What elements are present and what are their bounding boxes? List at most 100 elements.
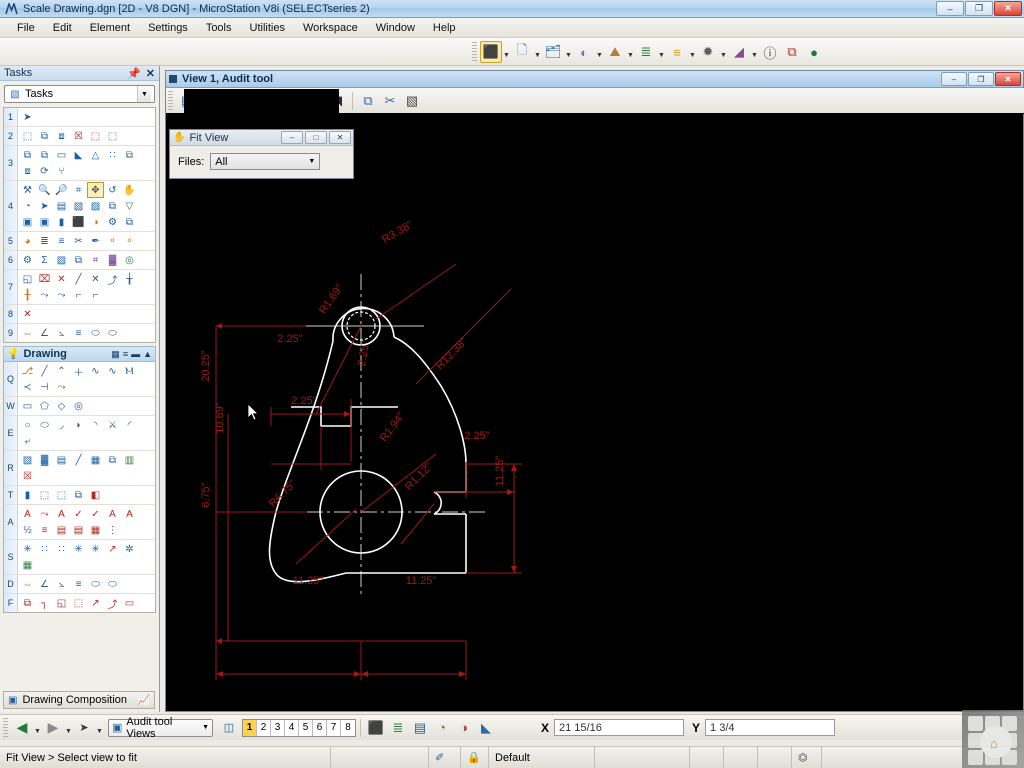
color-picker-icon[interactable]: ◑ — [453, 717, 475, 739]
element-selection-icon[interactable]: ➤ — [36, 198, 53, 214]
home-icon[interactable]: ⌂ — [990, 736, 998, 751]
pan-view-icon[interactable]: ✋ — [121, 182, 138, 198]
fit-view-icon[interactable]: ✥ — [87, 182, 104, 198]
view-3d-icon[interactable]: ⬛ — [365, 717, 387, 739]
point-between-icon[interactable]: ✳ — [87, 541, 104, 557]
fill-in-single-icon[interactable]: ▦ — [87, 522, 104, 538]
replace-cell-icon[interactable]: ⧉ — [70, 487, 87, 503]
change-symbology-icon[interactable]: ≡ — [53, 233, 70, 249]
place-cell-icon[interactable]: ▮ — [19, 487, 36, 503]
copy-enter-data-icon[interactable]: ▤ — [53, 522, 70, 538]
view-number-1[interactable]: 1 — [243, 719, 257, 736]
modify-fence-icon[interactable]: ⧉ — [36, 128, 53, 144]
arc-extend-icon[interactable]: ⌐ — [87, 287, 104, 303]
view-number-5[interactable]: 5 — [299, 719, 313, 736]
intersection-icon[interactable]: ✕ — [87, 271, 104, 287]
place-chain-icon[interactable]: ≺ — [19, 379, 36, 395]
dimension-radius-icon[interactable]: ⬭ — [104, 576, 121, 592]
fit-view-minimize-button[interactable]: – — [281, 131, 303, 144]
arc-trim-icon[interactable]: ⌐ — [70, 287, 87, 303]
analyze-dropdown-icon[interactable]: ▼ — [750, 41, 759, 63]
chevron-down-icon[interactable]: ▼ — [308, 158, 315, 165]
construct-angle-icon[interactable]: ⤳ — [53, 379, 70, 395]
place-drawing-boundary-icon[interactable]: ▭ — [121, 595, 138, 611]
level-display-dropdown-icon[interactable]: ▼ — [688, 41, 697, 63]
render-icon[interactable]: ⧉ — [104, 198, 121, 214]
place-stream-icon[interactable]: ∿ — [87, 363, 104, 379]
show-pattern-icon[interactable]: ▦ — [87, 452, 104, 468]
dimension-radial-icon[interactable]: ⬭ — [87, 325, 104, 341]
view-number-2[interactable]: 2 — [257, 719, 271, 736]
level-manager-dropdown-icon[interactable]: ▼ — [657, 41, 666, 63]
zoom-in-icon[interactable]: 🔍 — [36, 182, 53, 198]
place-shape-icon[interactable]: ⬠ — [36, 398, 53, 414]
menu-item-window[interactable]: Window — [367, 20, 424, 36]
array-icon[interactable]: ∷ — [104, 147, 121, 163]
tasks-combo[interactable]: ▧ Tasks ▼ — [4, 85, 155, 103]
element-info-icon[interactable]: ✹ — [697, 41, 719, 63]
clip-mask-icon[interactable]: ▨ — [87, 198, 104, 214]
fill-tool-icon[interactable]: ◣ — [475, 717, 497, 739]
fit-view-restore-button[interactable]: □ — [305, 131, 327, 144]
chevron-down-icon[interactable]: ▼ — [137, 86, 151, 102]
chamfer-icon[interactable]: ⤳ — [53, 287, 70, 303]
sum-icon[interactable]: Σ — [36, 252, 53, 268]
level-display-icon[interactable]: ≡ — [666, 41, 688, 63]
place-point-cell-icon[interactable]: ✳ — [19, 541, 36, 557]
dimension-diameter-icon[interactable]: ⬭ — [87, 576, 104, 592]
place-fence-icon[interactable]: ⬚ — [19, 128, 36, 144]
extend-two-icon[interactable]: ⤴ — [104, 271, 121, 287]
place-arrow-icon[interactable]: ↗ — [104, 541, 121, 557]
raster-manager-dropdown-icon[interactable]: ▼ — [595, 41, 604, 63]
place-block-icon[interactable]: ▭ — [19, 398, 36, 414]
dimension-angular-icon[interactable]: ⦣ — [53, 325, 70, 341]
menu-item-workspace[interactable]: Workspace — [294, 20, 367, 36]
close-icon[interactable]: ✕ — [146, 67, 155, 80]
back-dropdown-icon[interactable]: ▼ — [33, 717, 42, 739]
hatch-area-icon[interactable]: ▨ — [19, 452, 36, 468]
edit-text-icon[interactable]: ✓ — [70, 506, 87, 522]
pattern-area-icon[interactable]: ▤ — [53, 452, 70, 468]
camera-icon[interactable]: ▮ — [53, 214, 70, 230]
level-display-icon[interactable]: ≣ — [387, 717, 409, 739]
pin-icon[interactable]: 📌 — [127, 67, 141, 80]
scale-element-icon[interactable]: ◣ — [70, 147, 87, 163]
zoom-tool-icon[interactable]: ⚒ — [19, 182, 36, 198]
dimension-linear-icon[interactable]: ⇔ — [19, 325, 36, 341]
measure-icon[interactable]: ✒ — [87, 233, 104, 249]
change-text-icon[interactable]: A — [121, 506, 138, 522]
element-info-dropdown-icon[interactable]: ▼ — [719, 41, 728, 63]
view-number-7[interactable]: 7 — [327, 719, 341, 736]
view-attributes-icon[interactable]: ▤ — [53, 198, 70, 214]
list-view-icon[interactable]: ≡ — [123, 349, 128, 359]
forward-arrow-icon[interactable]: ▶ — [42, 717, 64, 739]
files-select[interactable]: All ▼ — [210, 153, 321, 170]
place-elevation-callout-icon[interactable]: ◱ — [53, 595, 70, 611]
select-arrow-icon[interactable]: ➤ — [19, 109, 36, 125]
place-multiline-icon[interactable]: ⌃ — [53, 363, 70, 379]
view-previous-icon[interactable]: ◔ — [19, 198, 36, 214]
collapse-icon[interactable]: ▲ — [143, 349, 152, 359]
menu-item-settings[interactable]: Settings — [139, 20, 197, 36]
element-info2-icon[interactable]: ⚬ — [104, 233, 121, 249]
modify-arc-icon[interactable]: ⚔ — [104, 417, 121, 433]
drop-cell-icon[interactable]: ◧ — [87, 487, 104, 503]
new-file-dropdown-icon[interactable]: ▼ — [533, 41, 542, 63]
explorer-icon[interactable]: ● — [803, 41, 825, 63]
point-cloud-dropdown-icon[interactable]: ▼ — [626, 41, 635, 63]
place-note-icon[interactable]: A — [53, 506, 70, 522]
dimension-stack-icon[interactable]: ≡ — [70, 325, 87, 341]
view-cube-widget[interactable]: ⌂ — [962, 710, 1024, 768]
query-icon[interactable]: ⚬ — [121, 233, 138, 249]
spell-check-icon[interactable]: ✓ — [87, 506, 104, 522]
level-manager-icon[interactable]: ≣ — [635, 41, 657, 63]
place-active-point-icon[interactable]: ∷ — [36, 541, 53, 557]
close-button[interactable]: ✕ — [994, 1, 1022, 16]
view-number-3[interactable]: 3 — [271, 719, 285, 736]
view-number-8[interactable]: 8 — [341, 720, 355, 736]
text-fraction-icon[interactable]: ½ — [19, 522, 36, 538]
pointer-dropdown-icon[interactable]: ▼ — [95, 717, 104, 739]
modify-element-icon[interactable]: ◱ — [19, 271, 36, 287]
models-icon[interactable]: ⬛ — [480, 41, 502, 63]
ungroup-icon[interactable]: ⧉ — [70, 252, 87, 268]
